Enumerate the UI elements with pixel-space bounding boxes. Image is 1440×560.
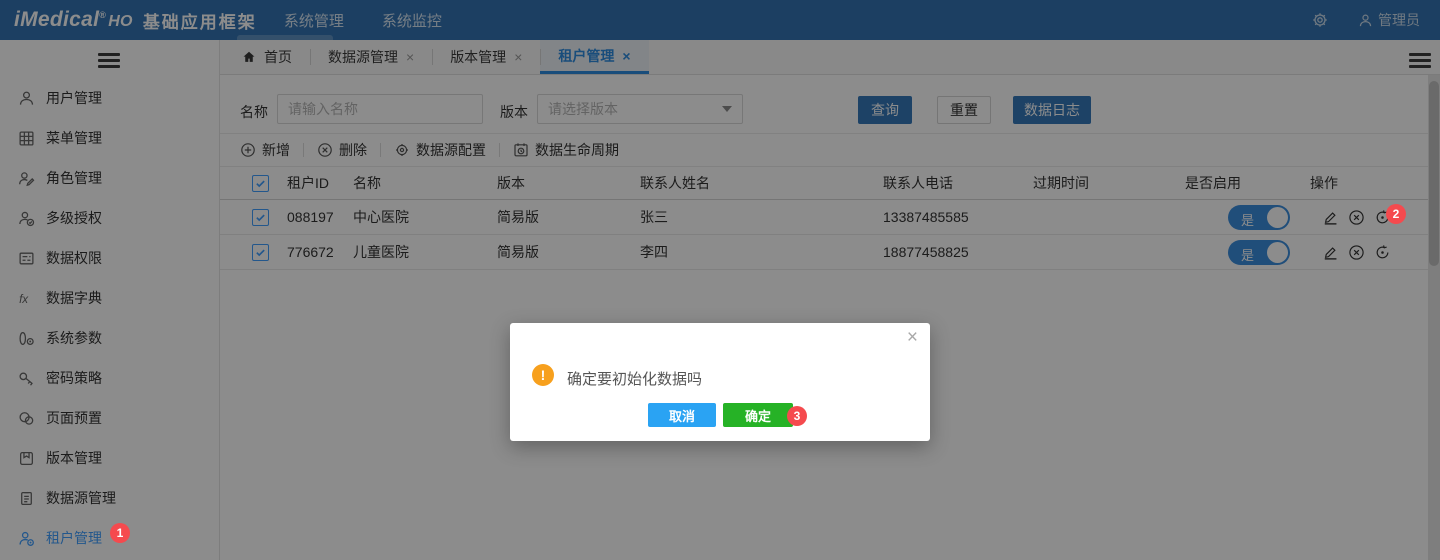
annotation-badge-3: 3	[787, 406, 807, 426]
warning-icon: !	[532, 364, 554, 386]
dialog-close-icon[interactable]: ×	[907, 328, 918, 347]
confirm-button[interactable]: 确定	[723, 403, 793, 427]
dialog-message: 确定要初始化数据吗	[567, 371, 703, 388]
app-window: iMedical® HO 基础应用框架 系统管理 系统监控 管理员 用户管理 菜单…	[0, 0, 1440, 560]
modal-overlay	[0, 0, 1440, 560]
confirm-dialog: × ! 确定要初始化数据吗 取消 确定	[510, 323, 930, 441]
annotation-badge-1: 1	[110, 523, 130, 543]
annotation-badge-2: 2	[1386, 204, 1406, 224]
cancel-button[interactable]: 取消	[648, 403, 716, 427]
